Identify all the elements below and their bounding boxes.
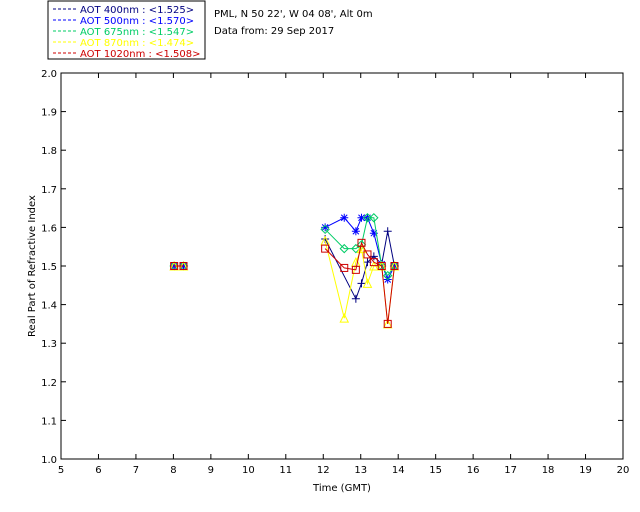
data-point-plus bbox=[351, 294, 360, 303]
date-info: Data from: 29 Sep 2017 bbox=[214, 26, 334, 37]
y-tick-label: 1.4 bbox=[41, 301, 57, 312]
data-point-asterisk bbox=[351, 227, 360, 236]
legend: AOT 400nm : <1.525>AOT 500nm : <1.570>AO… bbox=[47, 0, 206, 60]
x-tick-label: 19 bbox=[579, 465, 592, 476]
y-tick-label: 1.0 bbox=[41, 455, 57, 466]
x-tick-label: 8 bbox=[170, 465, 176, 476]
x-tick-label: 6 bbox=[95, 465, 101, 476]
x-axis-label: Time (GMT) bbox=[312, 483, 371, 494]
x-tick-label: 18 bbox=[542, 465, 555, 476]
x-tick-label: 5 bbox=[58, 465, 64, 476]
series-layer bbox=[169, 213, 400, 329]
y-tick-label: 1.1 bbox=[41, 416, 57, 427]
legend-label: AOT 400nm : <1.525> bbox=[80, 5, 194, 16]
y-tick-label: 1.7 bbox=[41, 185, 57, 196]
legend-label: AOT 500nm : <1.570> bbox=[80, 16, 194, 27]
x-tick-label: 10 bbox=[242, 465, 255, 476]
x-tick-label: 9 bbox=[208, 465, 214, 476]
x-tick-label: 7 bbox=[133, 465, 139, 476]
x-tick-label: 12 bbox=[317, 465, 330, 476]
y-tick-label: 1.6 bbox=[41, 223, 57, 234]
legend-label: AOT 870nm : <1.474> bbox=[80, 38, 194, 49]
y-tick-label: 1.3 bbox=[41, 339, 57, 350]
y-tick-label: 2.0 bbox=[41, 69, 57, 80]
station-info: PML, N 50 22', W 04 08', Alt 0m bbox=[214, 9, 373, 20]
x-tick-label: 13 bbox=[354, 465, 367, 476]
y-tick-label: 1.2 bbox=[41, 378, 57, 389]
x-tick-label: 11 bbox=[279, 465, 292, 476]
y-tick-label: 1.5 bbox=[41, 262, 57, 273]
x-tick-label: 16 bbox=[467, 465, 480, 476]
y-tick-label: 1.8 bbox=[41, 146, 57, 157]
chart: AOT 400nm : <1.525>AOT 500nm : <1.570>AO… bbox=[27, 0, 629, 494]
legend-label: AOT 1020nm : <1.508> bbox=[80, 49, 200, 60]
x-tick-label: 20 bbox=[617, 465, 630, 476]
y-tick-label: 1.9 bbox=[41, 108, 57, 119]
data-point-asterisk bbox=[340, 213, 349, 222]
x-tick-label: 14 bbox=[392, 465, 405, 476]
legend-label: AOT 675nm : <1.547> bbox=[80, 27, 194, 38]
data-point-plus bbox=[383, 227, 392, 236]
y-axis-label: Real Part of Refractive Index bbox=[27, 195, 38, 337]
x-tick-label: 15 bbox=[429, 465, 442, 476]
x-tick-label: 17 bbox=[504, 465, 517, 476]
axes: 5 6 7 8 9 10 11 12 13 14 15 16 17 18 19 20 1.0 1.1 1.2 1.3 1… bbox=[41, 69, 629, 476]
